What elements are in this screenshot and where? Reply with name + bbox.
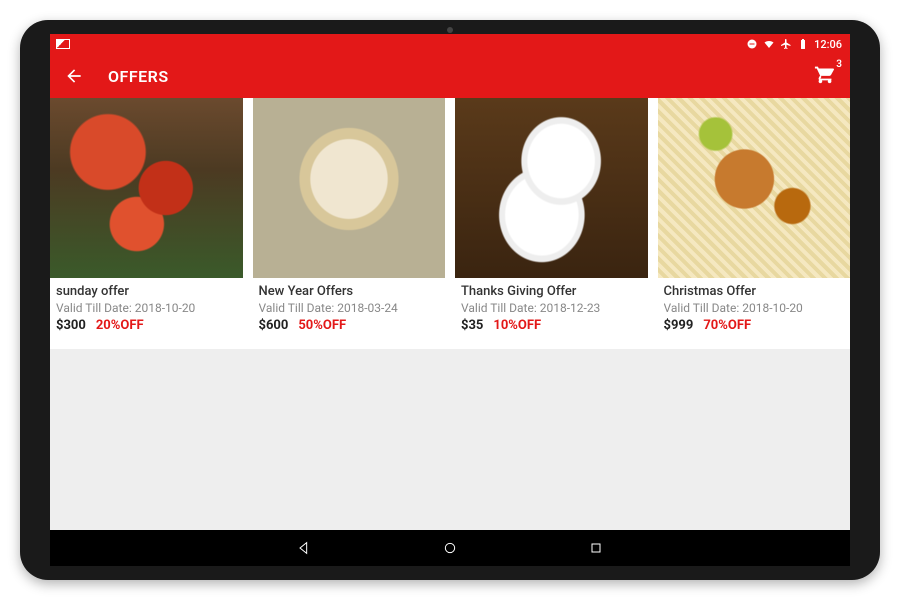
offer-price: $35 — [461, 318, 483, 333]
airplane-icon — [780, 38, 792, 50]
android-nav-bar — [50, 530, 850, 566]
tablet-frame: 12:06 OFFERS 3 sunday offer Valid Till D… — [20, 20, 880, 580]
nav-recent-icon[interactable] — [588, 540, 604, 556]
offers-row: sunday offer Valid Till Date: 2018-10-20… — [50, 98, 850, 349]
tablet-camera — [447, 27, 453, 33]
offer-card[interactable]: New Year Offers Valid Till Date: 2018-03… — [253, 98, 446, 337]
offer-valid-date: Valid Till Date: 2018-12-23 — [461, 301, 642, 315]
offer-card[interactable]: Christmas Offer Valid Till Date: 2018-10… — [658, 98, 851, 337]
offer-price: $600 — [259, 318, 289, 333]
status-notification-area — [56, 39, 70, 49]
offer-title: Christmas Offer — [664, 284, 845, 299]
offer-valid-date: Valid Till Date: 2018-10-20 — [56, 301, 237, 315]
offer-price-line: $600 50%OFF — [259, 318, 440, 333]
wifi-icon — [763, 38, 775, 50]
offer-price-line: $35 10%OFF — [461, 318, 642, 333]
offer-discount: 50%OFF — [298, 318, 346, 333]
page-title: OFFERS — [108, 67, 169, 86]
offer-card[interactable]: Thanks Giving Offer Valid Till Date: 201… — [455, 98, 648, 337]
content-area: sunday offer Valid Till Date: 2018-10-20… — [50, 98, 850, 530]
offer-info: sunday offer Valid Till Date: 2018-10-20… — [50, 278, 243, 337]
app-bar-left: OFFERS — [64, 66, 169, 86]
offer-title: sunday offer — [56, 284, 237, 299]
back-icon[interactable] — [64, 66, 84, 86]
offer-discount: 10%OFF — [493, 318, 541, 333]
cart-button[interactable]: 3 — [814, 63, 836, 89]
offer-price-line: $300 20%OFF — [56, 318, 237, 333]
dnd-icon — [746, 38, 758, 50]
screen: 12:06 OFFERS 3 sunday offer Valid Till D… — [50, 34, 850, 566]
offer-title: New Year Offers — [259, 284, 440, 299]
status-bar: 12:06 — [50, 34, 850, 54]
offer-image — [658, 98, 851, 278]
cart-icon — [814, 63, 836, 85]
cart-badge: 3 — [836, 59, 842, 70]
status-time: 12:06 — [814, 38, 842, 51]
offer-discount: 20%OFF — [96, 318, 144, 333]
offer-image — [50, 98, 243, 278]
app-bar: OFFERS 3 — [50, 54, 850, 98]
battery-icon — [797, 38, 809, 50]
image-notification-icon — [56, 39, 70, 49]
offer-info: Thanks Giving Offer Valid Till Date: 201… — [455, 278, 648, 337]
offer-info: Christmas Offer Valid Till Date: 2018-10… — [658, 278, 851, 337]
offer-price-line: $999 70%OFF — [664, 318, 845, 333]
offer-discount: 70%OFF — [703, 318, 751, 333]
offer-price: $999 — [664, 318, 694, 333]
nav-home-icon[interactable] — [442, 540, 458, 556]
nav-back-icon[interactable] — [296, 540, 312, 556]
offer-image — [455, 98, 648, 278]
offer-info: New Year Offers Valid Till Date: 2018-03… — [253, 278, 446, 337]
offer-price: $300 — [56, 318, 86, 333]
offer-valid-date: Valid Till Date: 2018-03-24 — [259, 301, 440, 315]
offer-image — [253, 98, 446, 278]
offer-title: Thanks Giving Offer — [461, 284, 642, 299]
offer-card[interactable]: sunday offer Valid Till Date: 2018-10-20… — [50, 98, 243, 337]
offer-valid-date: Valid Till Date: 2018-10-20 — [664, 301, 845, 315]
